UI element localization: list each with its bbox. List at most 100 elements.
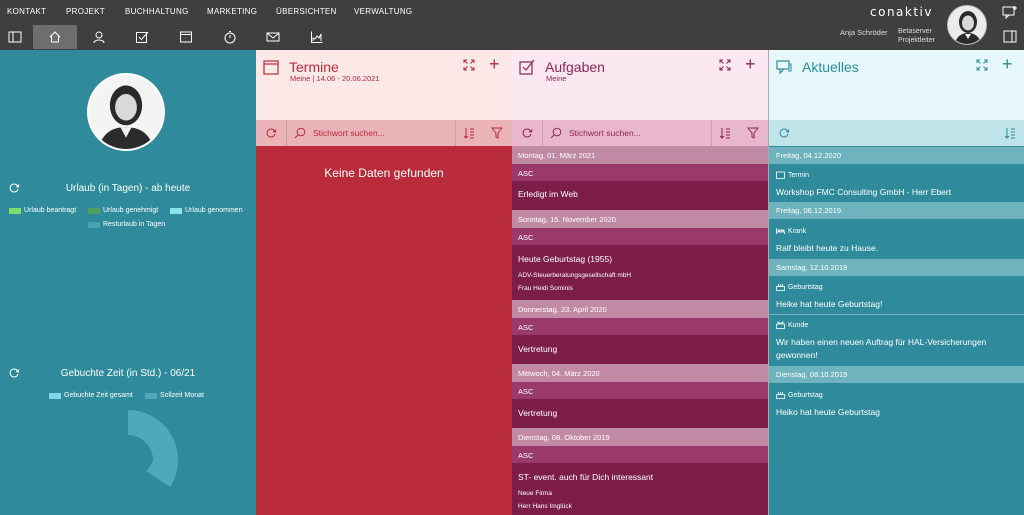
task-item[interactable]: Vertretung [512, 344, 768, 354]
task-item[interactable]: Vertretung [512, 408, 768, 418]
category-label: Kunde [788, 321, 809, 329]
menu-kontakt[interactable]: KONTAKT [7, 0, 46, 16]
add-icon[interactable]: + [1002, 55, 1013, 73]
refresh-icon[interactable] [778, 127, 790, 139]
person-icon [89, 75, 163, 149]
task-person: Herr Hans Imglück [518, 503, 572, 510]
filter-icon[interactable] [491, 127, 503, 139]
expand-icon[interactable] [719, 59, 731, 71]
task-item[interactable]: Erledigt im Web [512, 189, 768, 199]
timer-button[interactable] [208, 25, 252, 49]
contacts-button[interactable] [77, 25, 121, 49]
divider [769, 314, 1024, 315]
menu-buchhaltung[interactable]: BUCHHALTUNG [125, 0, 189, 16]
user-role: Projektleiter [898, 37, 935, 44]
calendar-button[interactable] [164, 25, 208, 49]
task-item[interactable]: Heute Geburtstag (1955) ADV-Steuerberatu… [512, 254, 768, 292]
person-icon [948, 6, 986, 44]
sidebar-toggle-button[interactable] [0, 25, 37, 49]
profile-avatar [87, 73, 165, 151]
menu-uebersichten[interactable]: ÜBERSICHTEN [276, 0, 337, 16]
expand-icon[interactable] [976, 59, 988, 71]
news-message: Workshop FMC Consulting GmbH - Herr Eber… [776, 187, 952, 197]
news-date: Samstag, 12.10.2019 [769, 259, 1024, 276]
chat-icon [776, 60, 792, 75]
news-category: Kunde [776, 321, 1018, 329]
chart-icon [311, 31, 323, 43]
add-icon[interactable]: + [745, 55, 756, 73]
brand-logo: conaktiv [870, 5, 933, 19]
refresh-icon[interactable] [265, 127, 277, 139]
date-header: Dienstag, 08. Oktober 2019 [512, 428, 768, 446]
legend-label: Urlaub beantragt [24, 207, 77, 214]
news-item[interactable]: Geburtstag Heiko hat heute Geburtstag [769, 391, 1024, 419]
legend-swatch [145, 392, 157, 399]
task-company: ADV-Steuerberatungsgesellschaft mbH [518, 272, 632, 279]
sort-icon[interactable] [1004, 127, 1016, 139]
date-header: Mittwoch, 04. März 2020 [512, 364, 768, 382]
aufgaben-panel: Aufgaben Meine + Stichwort suchen... Mon… [512, 50, 768, 515]
panel-title: Aufgaben [545, 59, 605, 75]
expand-icon[interactable] [463, 59, 475, 71]
refresh-icon[interactable] [521, 127, 533, 139]
stopwatch-icon [224, 31, 236, 44]
news-item[interactable]: Kunde Wir haben einen neuen Auftrag für … [769, 321, 1024, 362]
date-header: Sonntag, 15. November 2020 [512, 210, 768, 228]
news-category: Geburtstag [776, 391, 1018, 399]
tasks-button[interactable] [120, 25, 164, 49]
news-item[interactable]: Geburtstag Heike hat heute Geburtstag! [769, 283, 1024, 311]
task-tag: ASC [512, 164, 768, 181]
filter-icon[interactable] [747, 127, 759, 139]
aktuelles-toolbar [769, 120, 1024, 146]
task-tag: ASC [512, 446, 768, 463]
reports-button[interactable] [295, 25, 339, 49]
icon-toolbar [0, 24, 400, 50]
menu-marketing[interactable]: MARKETING [207, 0, 257, 16]
panel-title: Aktuelles [802, 59, 859, 75]
aktuelles-panel: Aktuelles + Freitag, 04.12.2020 Termin W… [768, 50, 1024, 515]
category-label: Krank [788, 227, 807, 235]
calendar-icon [263, 60, 279, 75]
sort-icon[interactable] [463, 127, 475, 139]
news-message: Ralf bleibt heute zu Hause. [776, 243, 879, 253]
news-item[interactable]: Termin Workshop FMC Consulting GmbH - He… [769, 171, 1024, 199]
home-icon [49, 31, 61, 43]
legend-label: Sollzeit Monat [160, 392, 204, 399]
search-input[interactable]: Stichwort suchen... [542, 120, 712, 146]
termine-panel: Termine Meine | 14.06 - 20.06.2021 + Sti… [256, 50, 512, 515]
menu-verwaltung[interactable]: VERWALTUNG [354, 0, 412, 16]
search-placeholder: Stichwort suchen... [313, 128, 385, 138]
menu-projekt[interactable]: PROJEKT [66, 0, 105, 16]
news-item[interactable]: Krank Ralf bleibt heute zu Hause. [769, 227, 1024, 255]
legend-label: Gebuchte Zeit gesamt [64, 392, 133, 399]
mail-icon [266, 32, 280, 42]
add-icon[interactable]: + [489, 55, 500, 73]
home-button[interactable] [33, 25, 77, 49]
task-item[interactable]: ST- event. auch für Dich interessant Neu… [512, 472, 768, 510]
empty-message: Keine Daten gefunden [324, 166, 444, 180]
search-input[interactable]: Stichwort suchen... [286, 120, 456, 146]
date-header: Donnerstag, 23. April 2020 [512, 300, 768, 318]
user-icon [93, 31, 105, 44]
news-message: Heike hat heute Geburtstag! [776, 299, 883, 309]
aktuelles-header: Aktuelles + [769, 50, 1024, 120]
legend-item: Sollzeit Monat [145, 392, 204, 399]
search-placeholder: Stichwort suchen... [569, 128, 641, 138]
news-category: Krank [776, 227, 1018, 235]
avatar[interactable] [947, 5, 987, 45]
chat-add-icon[interactable] [1002, 5, 1018, 19]
termine-toolbar: Stichwort suchen... [256, 120, 512, 146]
panel-right-icon[interactable] [1002, 30, 1018, 44]
gauge-arc [128, 410, 178, 487]
mail-button[interactable] [251, 25, 295, 49]
task-person: Frau Heidi Sominis [518, 285, 573, 292]
legend-swatch [88, 207, 100, 214]
task-title: Heute Geburtstag (1955) [518, 254, 613, 264]
sort-icon[interactable] [719, 127, 731, 139]
legend-swatch [49, 392, 61, 399]
profile-panel: Urlaub (in Tagen) - ab heute Urlaub bean… [0, 50, 256, 515]
cake-icon [776, 284, 785, 291]
server-info: Betaserver Projektleiter [898, 27, 935, 45]
task-title: Erledigt im Web [518, 189, 578, 199]
date-header: Montag, 01. März 2021 [512, 146, 768, 164]
